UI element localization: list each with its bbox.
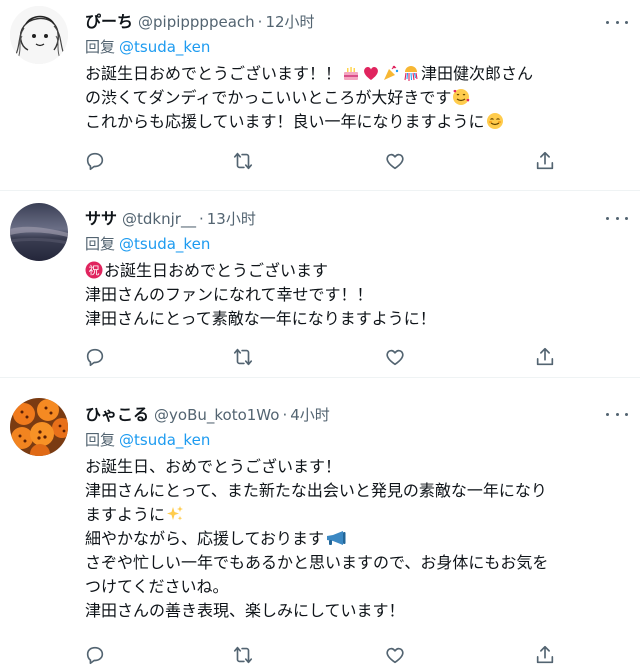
text-line: 津田さんのファンになれて幸せです！！ [85, 285, 373, 304]
like-icon[interactable] [382, 148, 408, 174]
tweet-actions [82, 148, 562, 174]
megaphone-icon [325, 529, 347, 547]
more-options-icon[interactable] [606, 12, 628, 32]
reply-icon[interactable] [82, 642, 108, 668]
smiling-face-with-hearts-icon [452, 88, 470, 106]
red-heart-icon [362, 64, 380, 82]
display-name[interactable]: ぴーち [85, 8, 133, 32]
reply-to-link[interactable]: @tsuda_ken [119, 38, 210, 56]
timestamp[interactable]: 12小时 [265, 11, 314, 32]
avatar[interactable] [10, 398, 68, 456]
timestamp[interactable]: 4小时 [290, 404, 330, 425]
text-line: ますように [85, 503, 625, 527]
text-line: お誕生日おめでとうございます！！ 津田健次郎さん [85, 64, 534, 83]
more-options-icon[interactable] [606, 208, 628, 228]
separator: · [282, 406, 288, 424]
like-icon[interactable] [382, 344, 408, 370]
text-line: つけてくださいね。 [85, 577, 229, 596]
party-popper-icon [382, 64, 400, 82]
text-line: これからも応援しています！良い一年になりますように [85, 110, 625, 134]
tweet-text: お誕生日、おめでとうございます！ 津田さんにとって、また新たな出会いと発見の素敵… [85, 455, 625, 623]
confetti-ball-icon [402, 64, 420, 82]
svg-text:祝: 祝 [89, 263, 100, 277]
text-line: 祝お誕生日おめでとうございます [85, 259, 625, 283]
text-line: 津田さんにとって、また新たな出会いと発見の素敵な一年になり [85, 481, 547, 500]
tweet-header: ぴーち @pipippppeach · 12小时 [85, 8, 315, 32]
like-icon[interactable] [382, 642, 408, 668]
separator: · [257, 13, 263, 31]
reply-to-link[interactable]: @tsuda_ken [119, 431, 210, 449]
share-icon[interactable] [532, 148, 558, 174]
share-icon[interactable] [532, 344, 558, 370]
avatar[interactable] [10, 6, 68, 64]
display-name[interactable]: ササ [85, 205, 117, 229]
reply-to-link[interactable]: @tsuda_ken [119, 235, 210, 253]
reply-icon[interactable] [82, 148, 108, 174]
reply-icon[interactable] [82, 344, 108, 370]
tweet: ひゃこる @yoBu_koto1Wo · 4小时 回复 @tsuda_ken お誕… [0, 378, 640, 669]
separator: · [198, 210, 204, 228]
reply-prefix: 回复 [85, 431, 116, 449]
user-handle[interactable]: @tdknjr__ [122, 210, 196, 228]
tweet: ササ @tdknjr__ · 13小时 回复 @tsuda_ken 祝お誕生日おめ… [0, 191, 640, 377]
user-handle[interactable]: @pipippppeach [138, 13, 255, 31]
share-icon[interactable] [532, 642, 558, 668]
retweet-icon[interactable] [230, 148, 256, 174]
retweet-icon[interactable] [230, 344, 256, 370]
tweet-text: お誕生日おめでとうございます！！ 津田健次郎さん の渋くてダンディでかっこいいとこ… [85, 62, 625, 134]
text-line: 細やかながら、応援しております [85, 527, 625, 551]
tweet-text: 祝お誕生日おめでとうございます 津田さんのファンになれて幸せです！！ 津田さんに… [85, 259, 625, 331]
display-name[interactable]: ひゃこる [85, 401, 149, 425]
text-line: 津田さんの善き表現、楽しみにしています！ [85, 601, 405, 620]
sparkles-icon [166, 505, 184, 523]
text-line: お誕生日、おめでとうございます！ [85, 457, 342, 476]
reply-context: 回复 @tsuda_ken [85, 429, 210, 450]
tweet-header: ひゃこる @yoBu_koto1Wo · 4小时 [85, 401, 330, 425]
text-line: の渋くてダンディでかっこいいところが大好きです [85, 86, 625, 110]
congratulations-ideograph-icon: 祝 [85, 261, 103, 279]
tweet-actions [82, 344, 562, 370]
birthday-cake-icon [342, 64, 360, 82]
reply-prefix: 回复 [85, 235, 116, 253]
retweet-icon[interactable] [230, 642, 256, 668]
text-line: さぞや忙しい一年でもあるかと思いますので、お身体にもお気を [85, 553, 549, 572]
smiling-face-blushing-icon [486, 112, 504, 130]
tweet: ぴーち @pipippppeach · 12小时 回复 @tsuda_ken お誕… [0, 0, 640, 190]
reply-context: 回复 @tsuda_ken [85, 233, 210, 254]
reply-prefix: 回复 [85, 38, 116, 56]
timestamp[interactable]: 13小时 [207, 208, 256, 229]
reply-context: 回复 @tsuda_ken [85, 36, 210, 57]
avatar[interactable] [10, 203, 68, 261]
more-options-icon[interactable] [606, 404, 628, 424]
text-line: 津田さんにとって素敵な一年になりますように！ [85, 309, 436, 328]
tweet-header: ササ @tdknjr__ · 13小时 [85, 205, 256, 229]
user-handle[interactable]: @yoBu_koto1Wo [154, 406, 279, 424]
tweet-actions [82, 642, 562, 668]
